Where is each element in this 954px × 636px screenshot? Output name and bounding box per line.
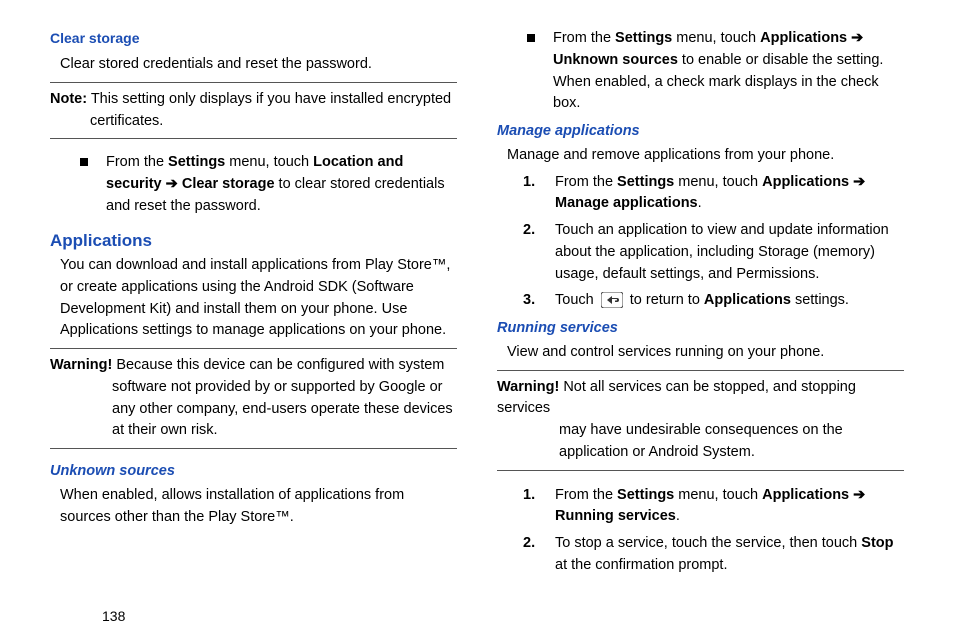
separator xyxy=(497,470,904,471)
text-bold: Stop xyxy=(861,535,893,551)
clear-storage-step: From the Settings menu, touch Location a… xyxy=(80,152,457,217)
text-bold: Settings xyxy=(615,30,672,46)
note-text-line1: This setting only displays if you have i… xyxy=(87,91,451,107)
page-number: 138 xyxy=(102,606,904,627)
text: From the xyxy=(555,487,617,503)
warning-text-line1: Because this device can be configured wi… xyxy=(112,357,444,373)
separator xyxy=(50,348,457,349)
text-bold: Applications xyxy=(762,487,849,503)
running-step-1: 1. From the Settings menu, touch Applica… xyxy=(523,485,904,529)
running-step-2: 2. To stop a service, touch the service,… xyxy=(523,533,904,577)
heading-clear-storage: Clear storage xyxy=(50,28,457,49)
page-columns: Clear storage Clear stored credentials a… xyxy=(50,28,904,588)
text-bold: Clear storage xyxy=(182,176,275,192)
step-text: From the Settings menu, touch Applicatio… xyxy=(553,28,904,115)
text: menu, touch xyxy=(674,174,762,190)
note-label: Note: xyxy=(50,91,87,107)
text: Touch xyxy=(555,292,598,308)
text-bold: Settings xyxy=(617,174,674,190)
text: menu, touch xyxy=(225,154,313,170)
manage-step-2: 2. Touch an application to view and upda… xyxy=(523,220,904,285)
note-text-line2: certificates. xyxy=(90,111,457,133)
list-number: 2. xyxy=(523,533,541,555)
list-number: 3. xyxy=(523,290,541,312)
text: . xyxy=(676,508,680,524)
text: settings. xyxy=(791,292,849,308)
separator xyxy=(50,138,457,139)
applications-intro: You can download and install application… xyxy=(60,255,457,342)
separator xyxy=(497,370,904,371)
text-bold: Applications xyxy=(760,30,847,46)
warning-text-line2: may have undesirable consequences on the… xyxy=(559,420,904,464)
text-bold: Applications xyxy=(704,292,791,308)
right-column: From the Settings menu, touch Applicatio… xyxy=(497,28,904,588)
heading-applications: Applications xyxy=(50,228,457,254)
list-number: 2. xyxy=(523,220,541,242)
text: To stop a service, touch the service, th… xyxy=(555,535,861,551)
unknown-sources-intro: When enabled, allows installation of app… xyxy=(60,485,457,529)
text: From the xyxy=(555,174,617,190)
warning-text-line2: software not provided by or supported by… xyxy=(112,377,457,442)
clear-storage-intro: Clear stored credentials and reset the p… xyxy=(60,54,457,76)
heading-manage-applications: Manage applications xyxy=(497,121,904,143)
manage-step-3: 3. Touch to return to Applications setti… xyxy=(523,290,904,312)
text-bold: Settings xyxy=(617,487,674,503)
text: From the xyxy=(553,30,615,46)
bullet-icon xyxy=(80,158,88,166)
arrow-icon: ➔ xyxy=(849,174,865,190)
step-text: From the Settings menu, touch Applicatio… xyxy=(555,485,904,529)
text: to return to xyxy=(626,292,704,308)
left-column: Clear storage Clear stored credentials a… xyxy=(50,28,457,588)
text-bold: Manage applications xyxy=(555,195,698,211)
unknown-sources-step: From the Settings menu, touch Applicatio… xyxy=(527,28,904,115)
text: From the xyxy=(106,154,168,170)
list-number: 1. xyxy=(523,172,541,194)
text: at the confirmation prompt. xyxy=(555,557,727,573)
warning-block: Warning! Not all services can be stopped… xyxy=(497,377,904,464)
running-intro: View and control services running on you… xyxy=(507,342,904,364)
text-bold: Unknown sources xyxy=(553,52,678,68)
warning-label: Warning! xyxy=(497,379,559,395)
text: menu, touch xyxy=(672,30,760,46)
arrow-icon: ➔ xyxy=(162,176,182,192)
manage-step-1: 1. From the Settings menu, touch Applica… xyxy=(523,172,904,216)
bullet-icon xyxy=(527,34,535,42)
step-text: From the Settings menu, touch Applicatio… xyxy=(555,172,904,216)
heading-unknown-sources: Unknown sources xyxy=(50,461,457,483)
step-text: From the Settings menu, touch Location a… xyxy=(106,152,457,217)
text: menu, touch xyxy=(674,487,762,503)
list-number: 1. xyxy=(523,485,541,507)
manage-intro: Manage and remove applications from your… xyxy=(507,145,904,167)
arrow-icon: ➔ xyxy=(849,487,865,503)
step-text: To stop a service, touch the service, th… xyxy=(555,533,904,577)
text-bold: Running services xyxy=(555,508,676,524)
separator xyxy=(50,82,457,83)
step-text: Touch an application to view and update … xyxy=(555,220,904,285)
text-bold: Settings xyxy=(168,154,225,170)
note-block: Note: This setting only displays if you … xyxy=(50,89,457,133)
heading-running-services: Running services xyxy=(497,318,904,340)
step-text: Touch to return to Applications settings… xyxy=(555,290,849,312)
back-icon xyxy=(601,292,623,308)
arrow-icon: ➔ xyxy=(847,30,863,46)
text: . xyxy=(698,195,702,211)
warning-block: Warning! Because this device can be conf… xyxy=(50,355,457,442)
separator xyxy=(50,448,457,449)
text-bold: Applications xyxy=(762,174,849,190)
warning-label: Warning! xyxy=(50,357,112,373)
